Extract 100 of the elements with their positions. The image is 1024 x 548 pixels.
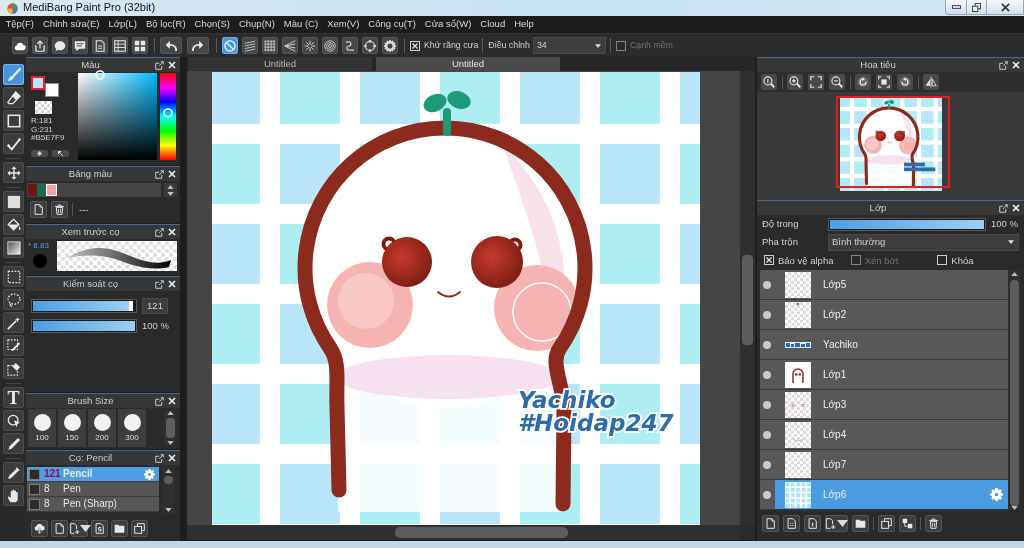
checkbox[interactable] — [937, 255, 948, 266]
select-eraser-tool[interactable] — [3, 358, 24, 379]
layer-item[interactable]: Lớp3 — [760, 390, 1008, 420]
curve-snap-button[interactable] — [342, 37, 358, 54]
dotted-page-button[interactable] — [783, 514, 800, 532]
blend-mode-select[interactable]: Bình thường — [828, 233, 1019, 251]
magic-wand-tool[interactable] — [3, 312, 24, 333]
menu-item[interactable]: Xem(V) — [322, 16, 364, 33]
float-window-button[interactable] — [155, 227, 164, 237]
hue-slider[interactable] — [160, 73, 176, 160]
redo-button[interactable] — [187, 37, 209, 54]
float-window-button[interactable] — [155, 169, 164, 179]
menu-item[interactable]: Công cụ(T) — [363, 16, 421, 33]
close-button[interactable] — [168, 280, 176, 288]
new-palette-button[interactable] — [30, 201, 47, 218]
radial-snap-button[interactable] — [302, 37, 318, 54]
eraser-tool[interactable] — [3, 87, 24, 108]
layer-item[interactable]: Yachiko — [760, 330, 1008, 360]
menu-item[interactable]: Lớp(L) — [104, 16, 142, 33]
table-button[interactable] — [112, 37, 128, 54]
merge-layer-button[interactable] — [899, 514, 916, 532]
palette-swatch-icon[interactable] — [37, 184, 46, 196]
layer-item[interactable]: Lớp1 — [760, 360, 1008, 390]
scrollbar-thumb[interactable] — [1010, 280, 1019, 506]
close-button[interactable] — [1012, 204, 1020, 212]
gradient-tool[interactable] — [3, 237, 24, 258]
layer-item[interactable]: Lớp5 — [760, 270, 1008, 300]
delete-layer-button[interactable] — [925, 514, 942, 532]
float-window-button[interactable] — [155, 453, 164, 463]
move-tool[interactable] — [3, 162, 24, 183]
zoom-in-button[interactable] — [787, 74, 803, 90]
marker-tool[interactable] — [3, 433, 24, 454]
undo-button[interactable] — [160, 37, 182, 54]
rotate-left-button[interactable] — [855, 74, 871, 90]
close-window-button[interactable] — [987, 0, 1024, 15]
brush-size-input[interactable]: 121 — [142, 298, 168, 314]
visibility-dot-icon[interactable] — [763, 430, 771, 439]
add-layer-button[interactable] — [825, 514, 848, 532]
palette-swatch-icon[interactable] — [28, 184, 37, 196]
menu-item[interactable]: Chụp(N) — [234, 16, 280, 33]
duplicate-layer-button[interactable] — [878, 514, 895, 532]
hue-ring-icon[interactable] — [163, 107, 173, 118]
scrollbar-thumb[interactable] — [395, 527, 568, 538]
visibility-dot-icon[interactable] — [763, 400, 771, 409]
restore-button[interactable] — [967, 0, 987, 15]
fit-screen-button[interactable] — [808, 74, 824, 90]
menu-item[interactable]: Help — [509, 16, 539, 33]
brush-size-slider[interactable] — [31, 299, 137, 313]
float-window-button[interactable] — [155, 279, 164, 289]
cursor-tool[interactable] — [3, 410, 24, 431]
float-window-button[interactable] — [999, 203, 1008, 213]
float-window-button[interactable] — [999, 60, 1008, 70]
circle-snap-button[interactable] — [362, 37, 378, 54]
zoom-reset-button[interactable] — [761, 74, 777, 90]
duplicate-button[interactable] — [131, 519, 148, 537]
palette-swatch-icon[interactable] — [46, 184, 57, 196]
select-rectangle-tool[interactable] — [3, 266, 24, 287]
rectangle-tool[interactable] — [3, 110, 24, 131]
asterisk-button[interactable] — [31, 149, 48, 157]
menu-item[interactable]: Chọn(S) — [190, 16, 235, 33]
no-snap-button[interactable] — [222, 37, 238, 54]
rotate-right-button[interactable] — [897, 74, 913, 90]
vanishing-point-snap-button[interactable] — [282, 37, 298, 54]
folder-button[interactable] — [111, 519, 128, 537]
eyedropper-tool[interactable] — [3, 462, 24, 483]
menu-item[interactable]: Cloud — [475, 16, 510, 33]
speech-bubble-button[interactable] — [52, 37, 68, 54]
scrollbar[interactable] — [187, 525, 740, 540]
close-button[interactable] — [168, 61, 176, 69]
scrollbar[interactable] — [162, 467, 175, 514]
layer-item[interactable]: Lớp4 — [760, 420, 1008, 450]
new-folder-button[interactable] — [852, 514, 869, 532]
scrollbar[interactable] — [1008, 270, 1021, 510]
brush-size-option[interactable]: 150 — [58, 409, 86, 447]
document-tab[interactable]: Untitled — [376, 57, 560, 71]
layer-item[interactable]: Lớp2 — [760, 300, 1008, 330]
pointer-button[interactable] — [52, 149, 69, 157]
close-button[interactable] — [1012, 61, 1020, 69]
tiles-button[interactable] — [132, 37, 148, 54]
scrollbar-thumb[interactable] — [164, 476, 173, 484]
color-swatch-icon[interactable] — [45, 83, 59, 97]
hand-tool[interactable] — [3, 485, 24, 506]
polyline-tool[interactable] — [3, 133, 24, 154]
checkbox[interactable] — [410, 40, 420, 51]
share-button[interactable] — [32, 37, 48, 54]
color-swatch-icon[interactable] — [31, 76, 45, 90]
float-window-button[interactable] — [155, 396, 164, 406]
scrollbar[interactable] — [740, 71, 755, 525]
fit-frame-button[interactable] — [876, 74, 892, 90]
scrollbar[interactable] — [164, 409, 177, 447]
menu-item[interactable]: Màu (C) — [279, 16, 323, 33]
zoom-out-button[interactable] — [829, 74, 845, 90]
settings-button[interactable] — [382, 37, 398, 54]
menu-item[interactable]: Tệp(F) — [1, 16, 39, 33]
transparent-swatch-icon[interactable] — [35, 101, 52, 114]
grid-snap-button[interactable] — [262, 37, 278, 54]
document-tab[interactable]: Untitled — [188, 57, 372, 71]
picker-ring-icon[interactable] — [94, 70, 105, 80]
concentric-snap-button[interactable] — [322, 37, 338, 54]
document-button[interactable] — [91, 519, 108, 537]
